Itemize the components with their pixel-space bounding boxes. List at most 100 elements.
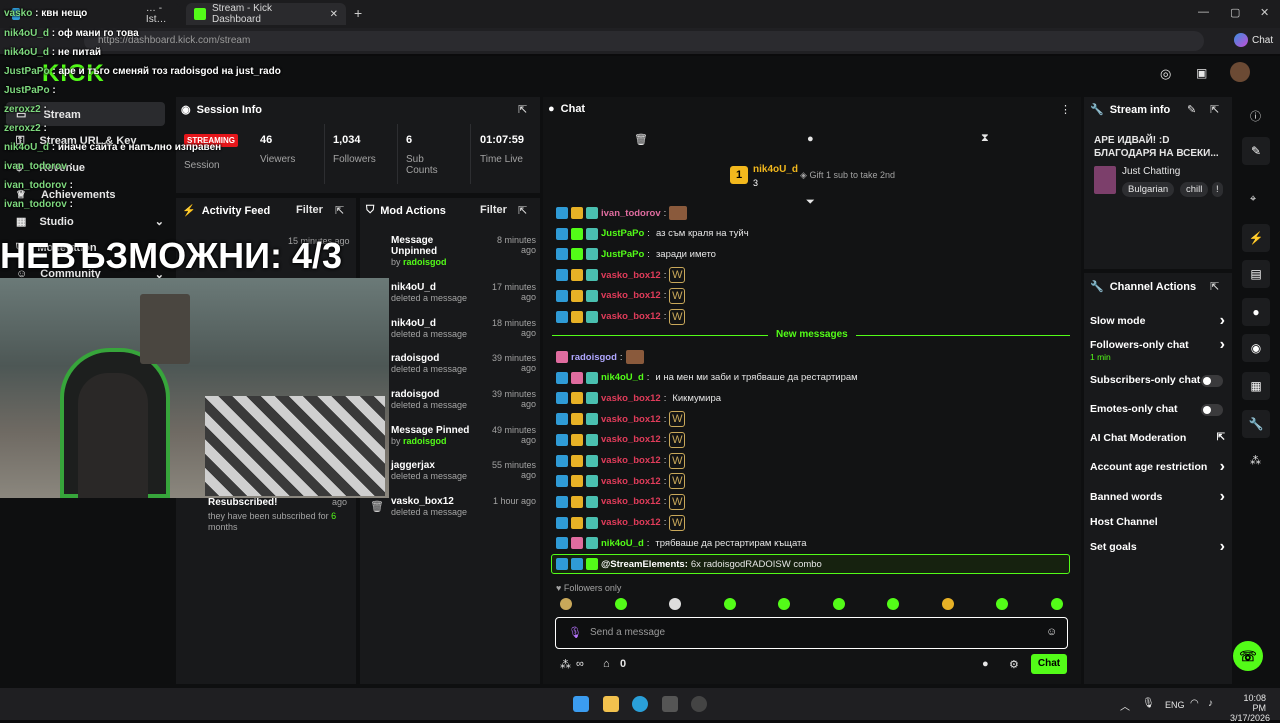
channel-action-host-channel[interactable]: Host Channel: [1090, 516, 1225, 528]
hourglass-icon[interactable]: ⧗: [981, 132, 989, 145]
chat-username[interactable]: vasko_box12: [601, 434, 661, 445]
tag-chill[interactable]: chill: [1180, 182, 1209, 197]
search-icon[interactable]: ◎: [1160, 66, 1171, 82]
toggle-switch[interactable]: [1201, 375, 1223, 387]
popout-icon[interactable]: ⇱: [1210, 280, 1219, 293]
channel-action-subscribers-only-chat[interactable]: Subscribers-only chat: [1090, 374, 1225, 387]
minimize-icon[interactable]: —: [1198, 6, 1209, 18]
chat-username[interactable]: vasko_box12: [601, 414, 661, 425]
chat-username[interactable]: JustPaPo: [601, 228, 644, 239]
chat-username[interactable]: nik4oU_d: [601, 372, 644, 383]
sidebar-item-studio[interactable]: ▦ Studio ⌄: [16, 215, 164, 228]
chat-username[interactable]: vasko_box12: [601, 455, 661, 466]
emote-picker-icon[interactable]: [832, 598, 845, 610]
chat-icon[interactable]: ●: [807, 133, 814, 145]
emote-picker-icon[interactable]: [778, 598, 790, 610]
document-icon[interactable]: ▤: [1242, 260, 1270, 288]
trash-icon[interactable]: 🗑: [634, 133, 648, 146]
edit-icon[interactable]: ✎: [1187, 103, 1196, 116]
file-explorer-icon[interactable]: [603, 696, 619, 712]
category-thumbnail[interactable]: [1094, 166, 1116, 194]
emote-picker-icon[interactable]: [560, 598, 572, 610]
wrench-icon[interactable]: 🔧: [1242, 410, 1270, 438]
chat-username[interactable]: ivan_todorov: [601, 208, 661, 219]
toggle-switch[interactable]: [1201, 404, 1223, 416]
clock[interactable]: 10:08 PM 3/17/2026: [1230, 693, 1270, 723]
chat-username[interactable]: radoisgod: [571, 352, 617, 363]
emote-picker-icon[interactable]: [941, 598, 954, 610]
emote-picker-icon[interactable]: [723, 598, 736, 610]
category-name[interactable]: Just Chatting: [1122, 166, 1180, 177]
chat-username[interactable]: vasko_box12: [601, 496, 661, 507]
chat-settings-icon[interactable]: ●: [982, 658, 989, 670]
community-icon[interactable]: ⁂: [1250, 454, 1261, 467]
close-window-icon[interactable]: ✕: [1260, 6, 1269, 19]
popout-icon[interactable]: ⇱: [518, 103, 527, 116]
tray-chevron-icon[interactable]: ︿: [1120, 698, 1130, 713]
emote-picker-icon[interactable]: [614, 598, 627, 610]
gift-prompt[interactable]: ◈ Gift 1 sub to take 2nd: [800, 170, 895, 181]
channel-action-ai-chat-moderation[interactable]: AI Chat Moderation ⇱: [1090, 432, 1225, 444]
microphone-icon[interactable]: 🎙: [568, 626, 582, 639]
popout-icon[interactable]: ⇱: [335, 204, 344, 217]
more-options-icon[interactable]: ⋮: [1060, 103, 1071, 116]
infinity-icon[interactable]: ∞: [576, 658, 584, 670]
copilot-icon[interactable]: [1234, 33, 1248, 47]
chat-username[interactable]: vasko_box12: [601, 476, 661, 487]
channel-action-emotes-only-chat[interactable]: Emotes-only chat: [1090, 403, 1225, 416]
store-icon[interactable]: [662, 696, 678, 712]
studio-icon[interactable]: ▣: [1196, 66, 1207, 80]
store-icon[interactable]: ⌂: [603, 658, 610, 670]
emote-picker-icon[interactable]: [996, 598, 1008, 610]
layout-icon[interactable]: ▦: [1242, 372, 1270, 400]
emote-picker-icon[interactable]: [887, 598, 899, 610]
chat-username[interactable]: vasko_box12: [601, 393, 661, 404]
chat-bubble-icon[interactable]: ●: [1242, 298, 1270, 326]
channel-action-followers-only-chat[interactable]: Followers-only chat 1 min ›: [1090, 336, 1225, 362]
tag-more[interactable]: !: [1212, 182, 1223, 197]
chat-username[interactable]: nik4oU_d: [601, 538, 644, 549]
tab-close-icon[interactable]: ✕: [330, 9, 338, 20]
broadcast-icon[interactable]: ◉: [1242, 334, 1270, 362]
chat-username[interactable]: vasko_box12: [601, 270, 661, 281]
channel-action-account-age-restriction[interactable]: Account age restriction ›: [1090, 458, 1225, 475]
edit-stream-icon[interactable]: ✎: [1242, 137, 1270, 165]
edge-icon[interactable]: [632, 696, 648, 712]
info-icon[interactable]: ⓘ: [1250, 108, 1261, 124]
tag-bulgarian[interactable]: Bulgarian: [1122, 182, 1175, 197]
windows-start-icon[interactable]: [573, 696, 589, 712]
emote-picker-icon[interactable]: [669, 598, 681, 610]
wifi-icon[interactable]: ◠: [1190, 698, 1199, 709]
obs-icon[interactable]: [691, 696, 707, 712]
help-button[interactable]: ☏: [1233, 641, 1263, 671]
browser-tab-active[interactable]: Stream - Kick Dashboard ✕: [186, 3, 346, 25]
activity-filter-button[interactable]: Filter: [296, 204, 323, 216]
chat-username[interactable]: vasko_box12: [601, 311, 661, 322]
microphone-tray-icon[interactable]: 🎙: [1142, 698, 1155, 709]
chat-input-placeholder[interactable]: Send a message: [590, 627, 665, 638]
capture-icon[interactable]: ⌖: [1250, 193, 1256, 206]
mod-filter-button[interactable]: Filter: [480, 204, 507, 216]
send-chat-button[interactable]: Chat: [1031, 654, 1067, 674]
emote-picker-icon[interactable]: [1050, 598, 1063, 610]
language-indicator[interactable]: ENG: [1165, 700, 1185, 710]
chat-username[interactable]: JustPaPo: [601, 249, 644, 260]
pinned-collapse-icon[interactable]: ⏷: [806, 196, 815, 209]
popout-icon[interactable]: ⇱: [518, 204, 527, 217]
maximize-icon[interactable]: ▢: [1230, 6, 1240, 19]
gear-icon[interactable]: ⚙: [1009, 658, 1019, 671]
lightning-icon[interactable]: ⚡: [1242, 224, 1270, 252]
new-tab-icon[interactable]: +: [354, 5, 362, 21]
popout-icon[interactable]: ⇱: [1210, 103, 1219, 116]
channel-action-slow-mode[interactable]: Slow mode ›: [1090, 312, 1225, 329]
avatar[interactable]: [1230, 62, 1250, 82]
channel-points-icon[interactable]: ⁂: [560, 658, 571, 671]
chat-username[interactable]: vasko_box12: [601, 290, 661, 301]
emoji-icon[interactable]: ☺: [1046, 626, 1057, 638]
url-field[interactable]: https://dashboard.kick.com/stream: [84, 31, 1204, 51]
channel-action-set-goals[interactable]: Set goals ›: [1090, 538, 1225, 555]
channel-action-banned-words[interactable]: Banned words ›: [1090, 488, 1225, 505]
volume-icon[interactable]: ♪: [1208, 698, 1213, 709]
chat-username[interactable]: vasko_box12: [601, 517, 661, 528]
copilot-label[interactable]: Chat: [1252, 35, 1273, 46]
